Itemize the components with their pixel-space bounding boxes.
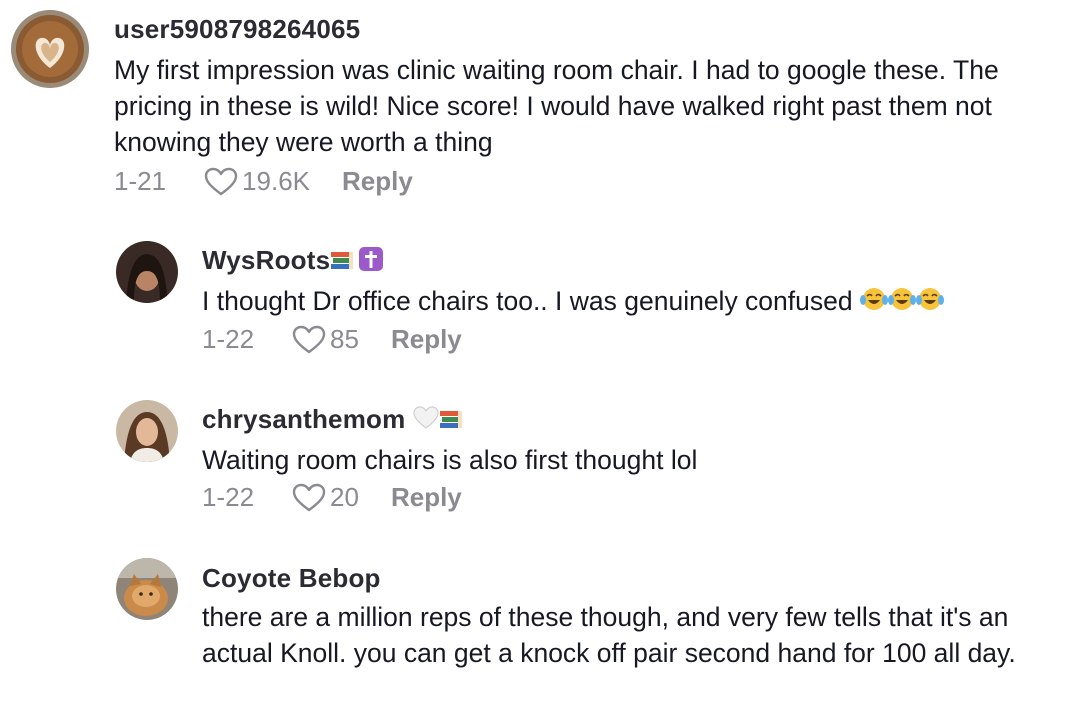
like-count: 19.6K bbox=[242, 166, 310, 196]
comment-username[interactable]: Coyote Bebop bbox=[202, 563, 381, 594]
like-button[interactable]: 19.6K bbox=[204, 166, 310, 197]
reply-button[interactable]: Reply bbox=[391, 324, 462, 355]
comment-text-content: I thought Dr office chairs too.. I was g… bbox=[202, 286, 853, 316]
cat-avatar[interactable] bbox=[116, 558, 178, 620]
comment-username[interactable]: WysRoots bbox=[202, 245, 384, 279]
person-avatar[interactable] bbox=[116, 241, 178, 303]
tears-of-joy-emoji bbox=[887, 285, 916, 321]
reply-button[interactable]: Reply bbox=[391, 482, 462, 513]
comment-date: 1-22 bbox=[202, 482, 255, 512]
tears-of-joy-emoji bbox=[859, 285, 888, 321]
comment-text: I thought Dr office chairs too.. I was g… bbox=[202, 283, 1062, 321]
comment-username[interactable]: chrysanthemom bbox=[202, 404, 465, 437]
latin-cross-emoji bbox=[358, 246, 384, 279]
like-button[interactable]: 85 bbox=[292, 324, 359, 355]
comment-date: 1-22 bbox=[202, 324, 255, 354]
heart-icon bbox=[292, 483, 326, 511]
username-text: chrysanthemom bbox=[202, 404, 406, 434]
latte-art-avatar[interactable] bbox=[11, 10, 89, 88]
comment-meta: 1-22 20 Reply bbox=[202, 482, 462, 513]
books-emoji bbox=[439, 406, 465, 437]
like-count: 20 bbox=[330, 482, 359, 512]
books-emoji bbox=[330, 247, 356, 278]
heart-icon bbox=[204, 167, 238, 195]
person-avatar[interactable] bbox=[116, 400, 178, 462]
username-text: WysRoots bbox=[202, 245, 331, 275]
like-button[interactable]: 20 bbox=[292, 482, 359, 513]
comment-date: 1-21 bbox=[114, 166, 167, 196]
comment-text: Waiting room chairs is also first though… bbox=[202, 445, 698, 475]
comment-text: My first impression was clinic waiting r… bbox=[114, 55, 999, 157]
comment-text: there are a million reps of these though… bbox=[202, 602, 1016, 668]
heart-icon bbox=[292, 325, 326, 353]
like-count: 85 bbox=[330, 324, 359, 354]
comment-username[interactable]: user5908798264065 bbox=[114, 14, 360, 45]
white-heart-emoji bbox=[413, 406, 439, 437]
reply-button[interactable]: Reply bbox=[342, 166, 413, 197]
tears-of-joy-emoji bbox=[915, 285, 944, 321]
comment-meta: 1-21 19.6K Reply bbox=[114, 166, 413, 197]
comment-meta: 1-22 85 Reply bbox=[202, 324, 462, 355]
